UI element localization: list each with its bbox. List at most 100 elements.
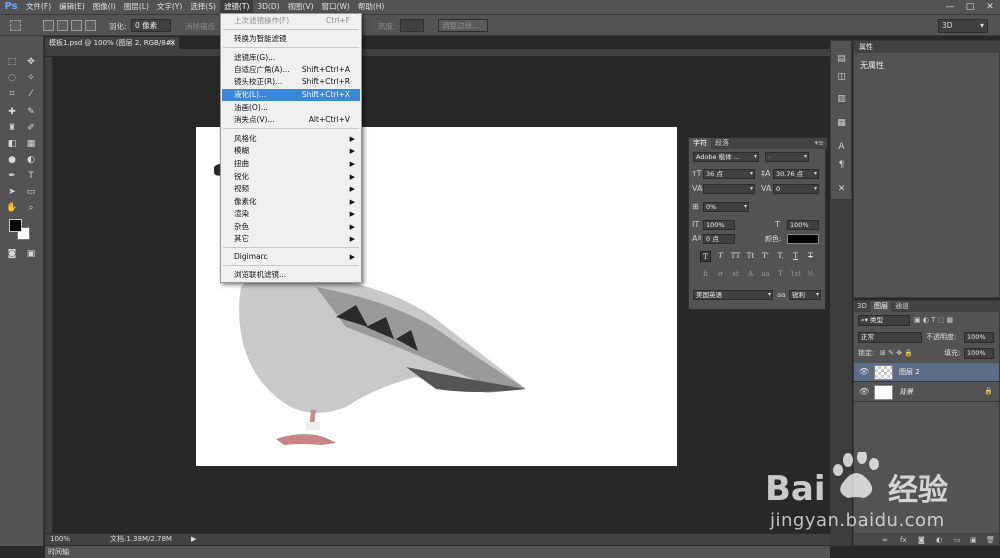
menu-item-video[interactable]: 视频 ▶ [222, 183, 360, 195]
swatches-panel-icon[interactable]: ▥ [835, 93, 848, 105]
discretionary-ligature-button[interactable]: st [730, 269, 741, 280]
lock-icons[interactable]: ⊠ ✎ ✥ 🔒 [880, 348, 913, 359]
opacity-input[interactable]: 100% [964, 332, 994, 343]
marquee-preset-icon[interactable] [10, 20, 21, 31]
adjustments-panel-icon[interactable]: ◫ [835, 71, 848, 83]
blend-mode-select[interactable]: 正常 [858, 332, 922, 343]
tab-paragraph[interactable]: 段落 [711, 138, 733, 149]
old-style-button[interactable]: σ [715, 269, 726, 280]
menu-item-adaptive-wide-angle[interactable]: 自适应广角(A)... Shift+Ctrl+A [222, 64, 360, 76]
faux-bold-button[interactable]: T [700, 251, 711, 262]
workspace-select[interactable]: 3D [938, 19, 988, 33]
faux-italic-button[interactable]: T [715, 251, 726, 262]
tracking-input[interactable]: 0 [773, 184, 819, 194]
stylistic-alternates-button[interactable]: aa [760, 269, 771, 280]
menu-select[interactable]: 选择(S) [186, 0, 220, 14]
layer-row[interactable]: 👁 图层 2 [854, 363, 999, 382]
intersect-selection-icon[interactable] [85, 20, 96, 31]
healing-brush-icon[interactable]: ✚ [5, 106, 19, 118]
baseline-shift-input[interactable]: 0 点 [703, 234, 735, 244]
menu-item-last-filter[interactable]: 上次滤镜操作(F) Ctrl+F [222, 15, 360, 27]
superscript-button[interactable]: T' [760, 251, 771, 262]
menu-item-vanishing-point[interactable]: 消失点(V)... Alt+Ctrl+V [222, 114, 360, 126]
path-select-icon[interactable]: ➤ [5, 186, 19, 198]
text-color-swatch[interactable] [787, 234, 819, 244]
quick-mask-icon[interactable]: ◙ [5, 248, 19, 260]
zoom-tool-icon[interactable]: ⌕ [24, 202, 38, 214]
tsume-input[interactable]: 0% [703, 202, 749, 212]
crop-tool-icon[interactable]: ⌗ [5, 88, 19, 100]
hand-tool-icon[interactable]: ✋ [5, 202, 19, 214]
menu-filter[interactable]: 滤镜(T) [219, 0, 254, 14]
vertical-scale-input[interactable]: 100% [703, 220, 735, 230]
eye-icon[interactable]: 👁 [859, 387, 869, 396]
menu-item-stylize[interactable]: 风格化 ▶ [222, 133, 360, 145]
menu-type[interactable]: 文字(Y) [153, 0, 186, 14]
fractions-button[interactable]: ½ [805, 269, 816, 280]
history-brush-icon[interactable]: ✐ [24, 122, 38, 134]
menu-item-oil-paint[interactable]: 油画(O)... [222, 102, 360, 114]
shape-tool-icon[interactable]: ▭ [24, 186, 38, 198]
lasso-tool-icon[interactable]: ◌ [5, 72, 19, 84]
feather-input[interactable]: 0 像素 [131, 19, 171, 32]
font-size-input[interactable]: 36 点 [703, 169, 755, 179]
menu-item-browse-filters-online[interactable]: 浏览联机滤镜... [222, 269, 360, 281]
subscript-button[interactable]: T, [775, 251, 786, 262]
minimize-button[interactable]: — [940, 0, 960, 14]
panel-menu-icon[interactable]: ▾≡ [815, 138, 824, 149]
menu-item-other[interactable]: 其它 ▶ [222, 233, 360, 245]
menu-image[interactable]: 图像(I) [89, 0, 120, 14]
height-input[interactable] [400, 19, 424, 32]
close-button[interactable]: ✕ [980, 0, 1000, 14]
horizontal-scale-input[interactable]: 100% [787, 220, 819, 230]
history-panel-icon[interactable]: ▤ [835, 53, 848, 65]
tab-layers[interactable]: 图层 [871, 301, 891, 312]
status-menu-arrow-icon[interactable]: ▶ [191, 534, 196, 545]
language-select[interactable]: 美国英语 [693, 290, 773, 300]
move-tool-icon[interactable]: ✥ [24, 56, 38, 68]
tab-character[interactable]: 字符 [689, 138, 711, 149]
marquee-tool-icon[interactable]: ⬚ [5, 56, 19, 68]
foreground-color-swatch[interactable] [9, 219, 22, 232]
gradient-tool-icon[interactable]: ▦ [24, 138, 38, 150]
maximize-button[interactable]: □ [960, 0, 980, 14]
underline-button[interactable]: T [790, 251, 801, 262]
antialias-checkbox[interactable]: 消除锯齿 [185, 21, 215, 32]
fill-input[interactable]: 100% [964, 348, 994, 359]
strikethrough-button[interactable]: T [805, 251, 816, 262]
layer-row[interactable]: 👁 背景 🔒 [854, 383, 999, 402]
tools-preset-icon[interactable]: ✕ [835, 183, 848, 195]
menu-help[interactable]: 帮助(H) [354, 0, 389, 14]
kerning-input[interactable] [703, 184, 755, 194]
ordinals-button[interactable]: 1st [790, 269, 801, 280]
menu-item-convert-smart-filter[interactable]: 转换为智能滤镜 [222, 33, 360, 45]
add-selection-icon[interactable] [57, 20, 68, 31]
menu-item-digimarc[interactable]: Digimarc ▶ [222, 251, 360, 263]
font-family-select[interactable]: Adobe 楷体 ... [693, 152, 759, 162]
menu-file[interactable]: 文件(F) [22, 0, 55, 14]
tab-channels[interactable]: 通道 [892, 301, 912, 312]
pen-tool-icon[interactable]: ✒ [5, 170, 19, 182]
menu-window[interactable]: 窗口(W) [318, 0, 354, 14]
new-selection-icon[interactable] [43, 20, 54, 31]
menu-item-pixelate[interactable]: 像素化 ▶ [222, 196, 360, 208]
eye-icon[interactable]: 👁 [859, 367, 869, 376]
tab-3d[interactable]: 3D [854, 301, 870, 312]
menu-item-blur[interactable]: 模糊 ▶ [222, 145, 360, 157]
titling-button[interactable]: T [775, 269, 786, 280]
eraser-tool-icon[interactable]: ◧ [5, 138, 19, 150]
brush-tool-icon[interactable]: ✎ [24, 106, 38, 118]
menu-edit[interactable]: 编辑(E) [55, 0, 89, 14]
swash-button[interactable]: A [745, 269, 756, 280]
menu-item-distort[interactable]: 扭曲 ▶ [222, 158, 360, 170]
menu-item-lens-correction[interactable]: 镜头校正(R)... Shift+Ctrl+R [222, 76, 360, 88]
menu-view[interactable]: 视图(V) [284, 0, 318, 14]
menu-layer[interactable]: 图层(L) [120, 0, 153, 14]
timeline-tab[interactable]: 时间轴 [45, 545, 830, 558]
menu-item-liquify[interactable]: 液化(L)... Shift+Ctrl+X [222, 89, 360, 101]
antialias-select[interactable]: 锐利 [789, 290, 821, 300]
all-caps-button[interactable]: TT [730, 251, 741, 262]
styles-panel-icon[interactable]: ▦ [835, 117, 848, 129]
properties-tab[interactable]: 属性 [854, 41, 1000, 53]
close-tab-icon[interactable]: × [169, 37, 176, 49]
